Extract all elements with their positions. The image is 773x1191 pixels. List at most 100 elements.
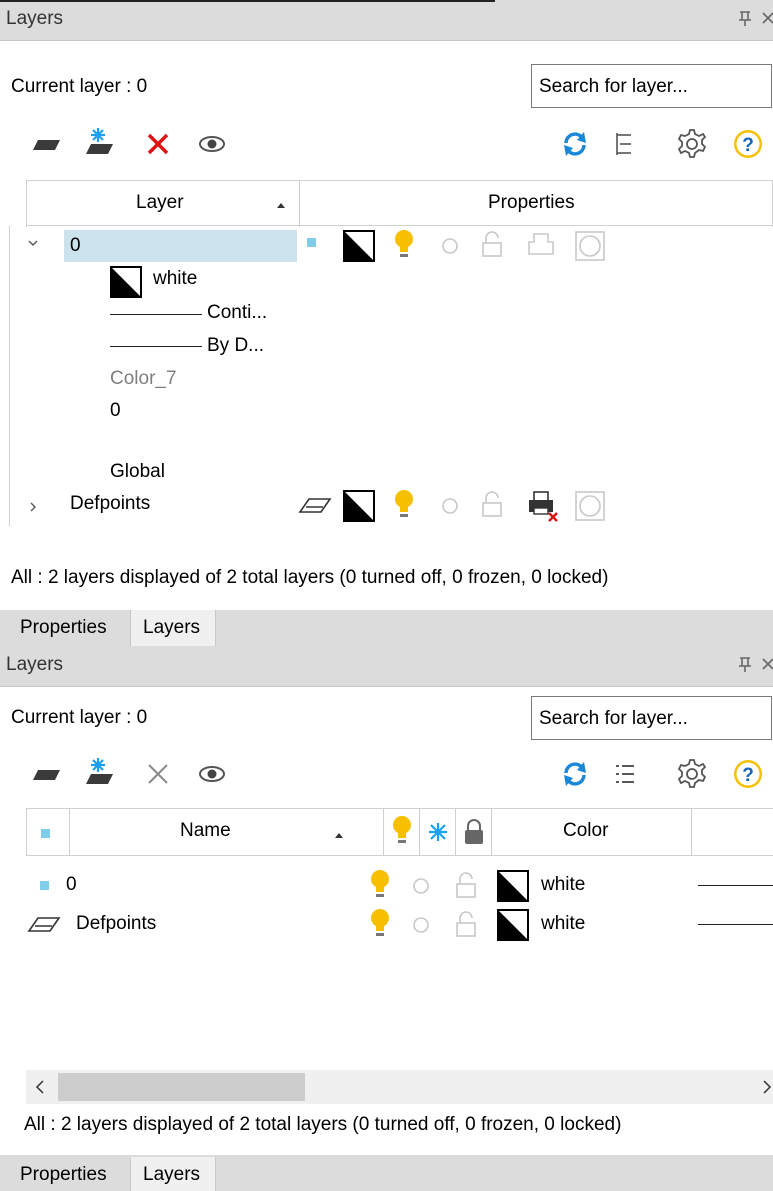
search-input[interactable]: Search for layer... [531,696,772,740]
help-icon[interactable]: ? [730,756,766,792]
status-column-header[interactable] [26,809,70,855]
isolate-eye-icon[interactable] [194,756,230,792]
table-row[interactable]: 0 white [26,868,773,902]
scroll-left-icon[interactable] [34,1079,46,1101]
settings-icon[interactable] [674,756,710,792]
layer-off-icon [26,913,62,941]
linetype-column-header[interactable] [692,809,773,855]
freeze-sun-icon[interactable] [411,876,431,902]
scroll-right-icon[interactable] [761,1079,773,1101]
layers-panel-tree: Layers Current layer : 0 Search for laye… [0,0,773,646]
sort-asc-icon [276,195,286,217]
color-swatch-icon [110,266,142,304]
tab-layers[interactable]: Layers [130,610,216,646]
svg-text:?: ? [742,765,754,786]
panel-title: Layers [6,654,64,675]
current-layer-label: Current layer : 0 [11,76,148,97]
transparency-value[interactable]: 0 [110,400,121,422]
close-icon[interactable] [759,6,773,30]
plot-printer-icon[interactable] [527,230,555,266]
properties-column-label: Properties [488,192,575,213]
freeze-column-header[interactable] [420,809,456,855]
collapse-chevron-icon[interactable] [27,232,39,254]
color-column-label: Color [563,820,609,841]
pin-icon[interactable] [733,7,757,29]
layer-name: Defpoints [76,913,157,934]
search-placeholder: Search for layer... [539,708,688,729]
freeze-sun-icon[interactable] [440,496,460,522]
current-layer-marker-icon [38,877,52,899]
no-plot-printer-icon[interactable] [527,488,561,528]
delete-layer-icon[interactable] [140,126,176,162]
new-layer-frozen-icon[interactable] [78,126,114,162]
delete-layer-disabled-icon[interactable] [140,756,176,792]
current-layer-marker-icon [305,234,319,256]
lightbulb-on-icon[interactable] [391,228,417,268]
refresh-icon[interactable] [557,126,593,162]
close-icon[interactable] [759,652,773,676]
lock-open-icon[interactable] [454,870,478,906]
layer-name: 0 [66,874,77,895]
new-layer-frozen-icon[interactable] [78,756,114,792]
status-text: All : 2 layers displayed of 2 total laye… [24,1114,622,1135]
lock-closed-icon [462,817,486,853]
linetype-line-icon [110,314,202,315]
lightbulb-on-icon[interactable] [367,907,393,947]
properties-column-header[interactable]: Properties [300,181,773,227]
lineweight-name[interactable]: By D... [207,335,264,357]
lightbulb-on-icon[interactable] [367,868,393,908]
viewport-freeze-icon[interactable] [574,230,606,268]
lineweight-line-icon [110,346,202,347]
color-column-header[interactable]: Color [492,809,692,855]
linetype-name[interactable]: Conti... [207,302,267,324]
lock-open-icon[interactable] [480,489,504,525]
table-row[interactable]: Defpoints white [26,907,773,941]
layer-column-header[interactable]: Layer [26,181,300,227]
tab-properties[interactable]: Properties [14,1157,113,1191]
name-column-label: Name [180,820,231,841]
lightbulb-on-icon [389,814,415,854]
color-name[interactable]: white [153,268,197,290]
tab-layers[interactable]: Layers [130,1157,216,1191]
status-text: All : 2 layers displayed of 2 total laye… [11,567,609,588]
lock-open-icon[interactable] [454,909,478,945]
viewport-freeze-icon[interactable] [574,490,606,528]
new-layer-icon[interactable] [25,756,61,792]
color-swatch-icon[interactable] [497,870,529,908]
lock-open-icon[interactable] [480,229,504,265]
settings-icon[interactable] [674,126,710,162]
current-layer-label: Current layer : 0 [11,707,148,728]
svg-text:?: ? [742,135,754,156]
refresh-icon[interactable] [557,756,593,792]
isolate-eye-icon[interactable] [194,126,230,162]
grid-header: Name Color [26,808,773,856]
lock-column-header[interactable] [456,809,492,855]
color-swatch-icon[interactable] [343,230,375,268]
freeze-sun-icon[interactable] [411,915,431,941]
pin-icon[interactable] [733,653,757,675]
color-swatch-icon[interactable] [497,909,529,947]
tab-bar: Properties Layers [0,610,773,646]
scrollbar-thumb[interactable] [58,1073,305,1101]
color-name: white [541,913,586,934]
color-swatch-icon[interactable] [343,490,375,528]
panel-title-bar[interactable]: Layers [0,0,773,41]
tree-row-0-selected[interactable]: 0 [64,230,297,262]
freeze-sun-icon[interactable] [440,236,460,262]
panel-title-bar[interactable]: Layers [0,646,773,687]
layer-name[interactable]: Defpoints [70,493,150,515]
lightbulb-on-icon[interactable] [391,488,417,528]
search-input[interactable]: Search for layer... [531,64,772,108]
tree-header: Layer Properties [26,180,773,227]
layer-off-icon [297,494,333,522]
expand-chevron-icon[interactable] [28,497,38,519]
new-layer-icon[interactable] [25,126,61,162]
search-placeholder: Search for layer... [539,76,688,97]
list-view-icon[interactable] [607,126,643,162]
tab-properties[interactable]: Properties [14,610,113,646]
help-icon[interactable]: ? [730,126,766,162]
on-column-header[interactable] [384,809,420,855]
horizontal-scrollbar[interactable] [26,1070,773,1104]
name-column-header[interactable]: Name [70,809,384,855]
list-view-icon[interactable] [607,756,643,792]
